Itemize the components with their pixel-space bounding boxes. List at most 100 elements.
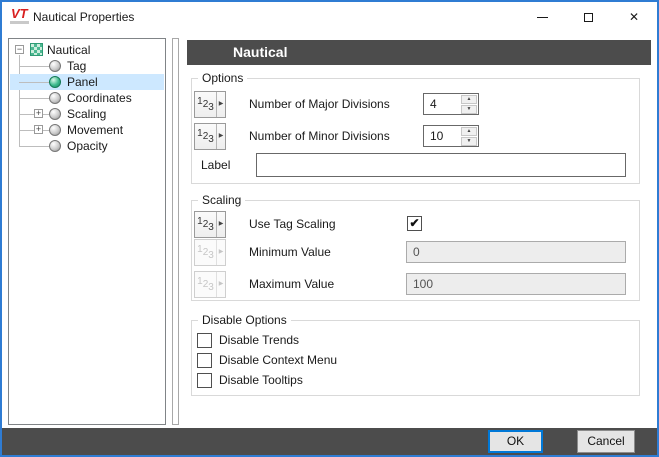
tree-connector-line [19, 82, 49, 83]
disable-context-menu-checkbox[interactable]: ✔ [197, 353, 212, 368]
tag-123-icon: 123 [195, 240, 216, 265]
tree-item-label: Coordinates [67, 90, 132, 106]
major-divisions-spinner: ▲ ▼ [423, 93, 479, 115]
maximum-value-box [406, 273, 626, 295]
disable-tooltips-checkbox[interactable]: ✔ [197, 373, 212, 388]
tree-item-label: Opacity [67, 138, 108, 154]
disable-trends-checkbox[interactable]: ✔ [197, 333, 212, 348]
group-legend: Options [198, 71, 247, 85]
tag-arrow-icon: ▶ [216, 124, 225, 149]
spin-down-icon[interactable]: ▼ [461, 137, 477, 146]
maximum-value-row: 123 ▶ Maximum Value [192, 271, 635, 298]
options-group: Options 123 ▶ Number of Major Divisions … [191, 78, 640, 184]
tree-connector-line [19, 98, 49, 99]
minor-divisions-spinner: ▲ ▼ [423, 125, 479, 147]
tag-link-button[interactable]: 123 ▶ [194, 211, 226, 238]
tree-item-label: Tag [67, 58, 86, 74]
cancel-button[interactable]: Cancel [577, 430, 635, 453]
tag-arrow-icon: ▶ [216, 92, 225, 117]
check-icon: ✔ [408, 217, 421, 230]
use-tag-scaling-checkbox[interactable]: ✔ [407, 216, 422, 231]
gray-sphere-icon [49, 124, 61, 136]
tree-item-nautical[interactable]: − Nautical [10, 42, 164, 58]
tag-link-button[interactable]: 123 ▶ [194, 123, 226, 150]
app-logo-icon: VT [10, 7, 29, 24]
tree-item-tag[interactable]: Tag [10, 58, 164, 74]
tree-connector-line [19, 146, 49, 147]
minimize-icon [537, 17, 548, 18]
tree-item-panel[interactable]: Panel [10, 74, 164, 90]
label-field-box [256, 153, 626, 177]
tree-item-scaling[interactable]: + Scaling [10, 106, 164, 122]
tag-123-icon: 123 [195, 272, 216, 297]
close-button[interactable]: ✕ [611, 2, 657, 32]
group-legend: Scaling [198, 193, 245, 207]
spin-down-icon[interactable]: ▼ [461, 105, 477, 114]
tree-item-label: Panel [67, 74, 98, 90]
collapse-icon[interactable]: − [15, 45, 24, 54]
panel-header: Nautical [187, 40, 651, 65]
label-row: Label [192, 153, 635, 177]
tree-item-label: Nautical [47, 42, 90, 58]
major-divisions-input[interactable] [424, 94, 461, 114]
field-label: Number of Minor Divisions [249, 123, 390, 150]
tag-arrow-icon: ▶ [216, 272, 225, 297]
tag-link-button-disabled: 123 ▶ [194, 239, 226, 266]
field-label: Use Tag Scaling [249, 211, 336, 238]
disable-tooltips-row: ✔ Disable Tooltips [192, 373, 635, 389]
expand-icon[interactable]: + [34, 109, 43, 118]
tree-connector-line [19, 66, 49, 67]
maximize-button[interactable] [565, 2, 611, 32]
window-controls: ✕ [519, 2, 657, 32]
tree-item-opacity[interactable]: Opacity [10, 138, 164, 154]
use-tag-scaling-row: 123 ▶ Use Tag Scaling ✔ [192, 211, 635, 238]
field-label: Minimum Value [249, 239, 331, 266]
checkbox-label: Disable Tooltips [219, 373, 303, 388]
minimum-value-input [407, 242, 625, 262]
close-icon: ✕ [629, 11, 639, 23]
gray-sphere-icon [49, 140, 61, 152]
minimum-value-box [406, 241, 626, 263]
tag-link-button[interactable]: 123 ▶ [194, 91, 226, 118]
minimum-value-row: 123 ▶ Minimum Value [192, 239, 635, 266]
tag-123-icon: 123 [195, 212, 216, 237]
checkbox-label: Disable Context Menu [219, 353, 337, 368]
green-sphere-icon [49, 76, 61, 88]
tree-item-label: Scaling [67, 106, 106, 122]
field-label: Number of Major Divisions [249, 91, 390, 118]
tree-item-label: Movement [67, 122, 123, 138]
expand-icon[interactable]: + [34, 125, 43, 134]
tag-link-button-disabled: 123 ▶ [194, 271, 226, 298]
tag-123-icon: 123 [195, 92, 216, 117]
disable-options-group: Disable Options ✔ Disable Trends ✔ Disab… [191, 320, 640, 396]
tag-arrow-icon: ▶ [216, 212, 225, 237]
nautical-properties-dialog: VT Nautical Properties ✕ − Nautical Tag … [0, 0, 659, 457]
disable-trends-row: ✔ Disable Trends [192, 333, 635, 349]
label-input[interactable] [257, 154, 625, 176]
panel-header-title: Nautical [187, 40, 651, 65]
group-legend: Disable Options [198, 313, 291, 327]
tag-123-icon: 123 [195, 124, 216, 149]
field-label: Maximum Value [249, 271, 334, 298]
field-label: Label [201, 153, 230, 177]
spin-up-icon[interactable]: ▲ [461, 95, 477, 104]
minor-divisions-row: 123 ▶ Number of Minor Divisions ▲ ▼ [192, 123, 635, 150]
spin-up-icon[interactable]: ▲ [461, 127, 477, 136]
window-title: Nautical Properties [33, 2, 134, 32]
footer-bar: OK Cancel [2, 428, 657, 455]
checkbox-label: Disable Trends [219, 333, 299, 348]
property-tree: − Nautical Tag Panel Coordinates + Scali… [8, 38, 166, 425]
maximum-value-input [407, 274, 625, 294]
panel-splitter[interactable] [172, 38, 179, 425]
gray-sphere-icon [49, 92, 61, 104]
minimize-button[interactable] [519, 2, 565, 32]
ok-button[interactable]: OK [488, 430, 543, 453]
disable-context-menu-row: ✔ Disable Context Menu [192, 353, 635, 369]
tree-item-movement[interactable]: + Movement [10, 122, 164, 138]
minor-divisions-input[interactable] [424, 126, 461, 146]
tree-item-coordinates[interactable]: Coordinates [10, 90, 164, 106]
major-divisions-row: 123 ▶ Number of Major Divisions ▲ ▼ [192, 91, 635, 118]
gray-sphere-icon [49, 108, 61, 120]
maximize-icon [584, 13, 593, 22]
scaling-group: Scaling 123 ▶ Use Tag Scaling ✔ 123 ▶ Mi… [191, 200, 640, 301]
